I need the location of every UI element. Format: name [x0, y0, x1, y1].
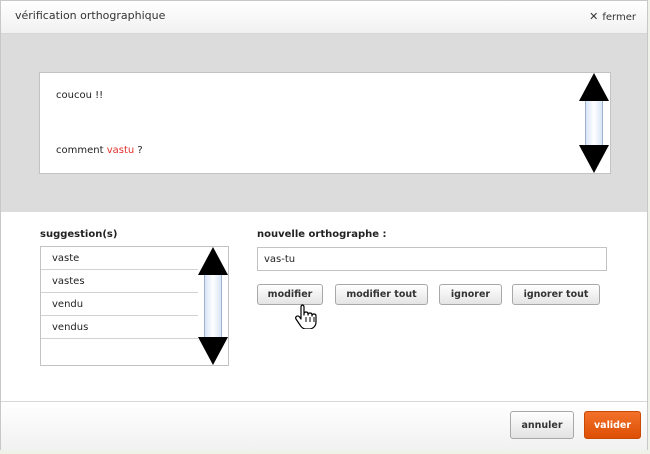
spellcheck-dialog: vérification orthographique ✕ fermer couc… — [0, 0, 648, 450]
scroll-up-arrow-icon[interactable] — [198, 247, 228, 275]
suggestion-item[interactable]: vendus — [41, 316, 199, 339]
suggestions-label: suggestion(s) — [40, 229, 118, 240]
modify-button[interactable]: modifier — [257, 284, 323, 305]
suggestion-item[interactable]: vastes — [41, 270, 199, 293]
text-line-1: coucou !! — [56, 90, 104, 101]
scroll-down-arrow-icon[interactable] — [579, 145, 609, 173]
close-button[interactable]: ✕ fermer — [589, 10, 636, 23]
suggestion-item[interactable]: vendu — [41, 293, 199, 316]
suggestions-scrollbar[interactable] — [198, 247, 228, 365]
close-label: fermer — [602, 12, 636, 23]
misspelled-word: vastu — [106, 145, 135, 156]
suggestion-item[interactable]: vaste — [41, 247, 199, 270]
ignore-all-button[interactable]: ignorer tout — [512, 284, 600, 305]
new-spelling-label: nouvelle orthographe : — [257, 229, 387, 240]
text-before-word: comment — [56, 145, 107, 156]
text-line-2: comment vastu ? — [56, 145, 143, 156]
text-scrollbar[interactable] — [579, 73, 609, 173]
scrollbar-track[interactable] — [585, 101, 603, 145]
dialog-title: vérification orthographique — [15, 9, 166, 22]
scroll-up-arrow-icon[interactable] — [579, 73, 609, 101]
scroll-down-arrow-icon[interactable] — [198, 337, 228, 365]
close-x-icon: ✕ — [589, 10, 599, 23]
scrollbar-track[interactable] — [204, 275, 222, 337]
ignore-button[interactable]: ignorer — [439, 284, 502, 305]
title-bar: vérification orthographique ✕ fermer — [1, 1, 647, 34]
cancel-button[interactable]: annuler — [510, 411, 574, 439]
hand-pointer-icon — [295, 304, 317, 329]
text-preview[interactable]: coucou !! comment vastu ? — [39, 72, 611, 174]
new-spelling-input[interactable] — [257, 247, 607, 271]
modify-all-button[interactable]: modifier tout — [335, 284, 428, 305]
text-preview-area: coucou !! comment vastu ? — [1, 34, 647, 212]
suggestions-list[interactable]: vaste vastes vendu vendus — [40, 246, 229, 366]
text-after-word: ? — [134, 145, 143, 156]
validate-button[interactable]: valider — [584, 411, 641, 439]
